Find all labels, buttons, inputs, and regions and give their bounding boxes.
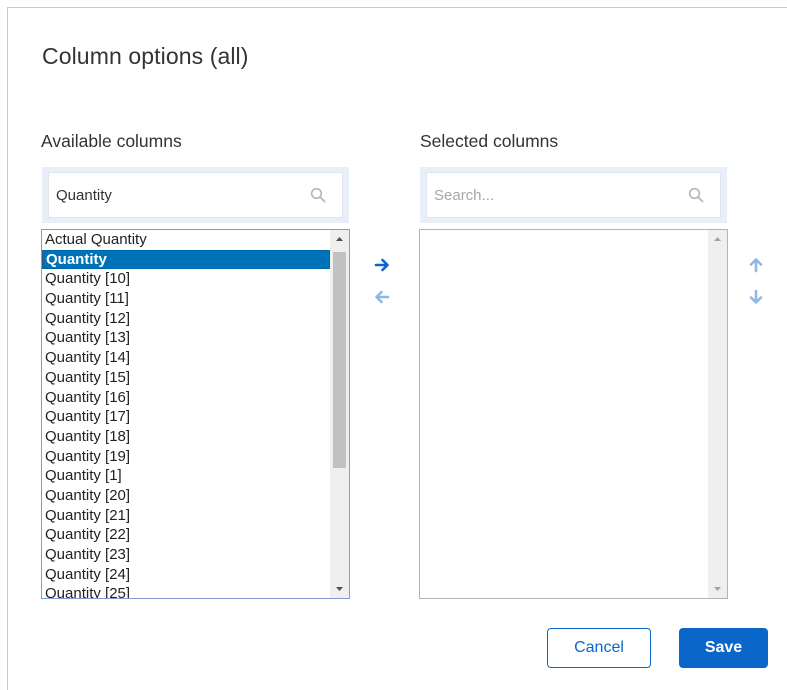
selected-columns-list[interactable] [419, 229, 728, 599]
move-left-button[interactable] [371, 286, 393, 308]
search-icon[interactable] [688, 187, 704, 203]
list-item[interactable]: Quantity [14] [42, 348, 330, 368]
move-up-button[interactable] [745, 254, 767, 276]
arrow-right-icon [374, 258, 389, 272]
save-button[interactable]: Save [679, 628, 768, 668]
available-columns-list[interactable]: Actual Quantity Quantity Quantity [10] Quan… [41, 229, 350, 599]
available-search-box [48, 172, 343, 218]
list-item[interactable]: Quantity [23] [42, 545, 330, 565]
available-search-input[interactable] [49, 173, 301, 217]
list-item[interactable]: Quantity [22] [42, 525, 330, 545]
list-item[interactable]: Quantity [25] [42, 584, 330, 598]
search-icon[interactable] [310, 187, 326, 203]
scroll-thumb[interactable] [333, 252, 346, 468]
list-item[interactable]: Quantity [11] [42, 289, 330, 309]
available-columns-items: Actual Quantity Quantity Quantity [10] Quan… [42, 230, 330, 598]
available-search-container [42, 167, 349, 223]
list-item[interactable]: Quantity [19] [42, 447, 330, 467]
scroll-down-icon[interactable] [330, 580, 349, 598]
move-right-button[interactable] [371, 254, 393, 276]
list-item[interactable]: Actual Quantity [42, 230, 330, 250]
available-columns-label: Available columns [41, 131, 182, 151]
list-item[interactable]: Quantity [42, 249, 330, 270]
list-item[interactable]: Quantity [17] [42, 407, 330, 427]
selected-columns-label: Selected columns [420, 131, 559, 151]
scroll-down-icon[interactable] [708, 580, 727, 598]
arrow-up-icon [749, 258, 763, 273]
move-down-button[interactable] [745, 286, 767, 308]
list-item[interactable]: Quantity [24] [42, 565, 330, 585]
arrow-down-icon [749, 289, 763, 304]
list-item[interactable]: Quantity [16] [42, 388, 330, 408]
list-item[interactable]: Quantity [1] [42, 466, 330, 486]
list-item[interactable]: Quantity [13] [42, 328, 330, 348]
selected-search-container [420, 167, 727, 223]
cancel-button[interactable]: Cancel [547, 628, 651, 668]
available-list-scrollbar[interactable] [330, 230, 349, 598]
list-item[interactable]: Quantity [20] [42, 486, 330, 506]
arrow-left-icon [375, 290, 390, 304]
list-item[interactable]: Quantity [10] [42, 269, 330, 289]
scroll-up-icon[interactable] [708, 230, 727, 248]
scroll-up-icon[interactable] [330, 230, 349, 248]
list-item[interactable]: Quantity [12] [42, 309, 330, 329]
selected-search-input[interactable] [427, 173, 679, 217]
list-item[interactable]: Quantity [15] [42, 368, 330, 388]
list-item[interactable]: Quantity [18] [42, 427, 330, 447]
dialog-title: Column options (all) [42, 43, 249, 69]
list-item[interactable]: Quantity [21] [42, 506, 330, 526]
selected-list-scrollbar[interactable] [708, 230, 727, 598]
selected-search-box [426, 172, 721, 218]
